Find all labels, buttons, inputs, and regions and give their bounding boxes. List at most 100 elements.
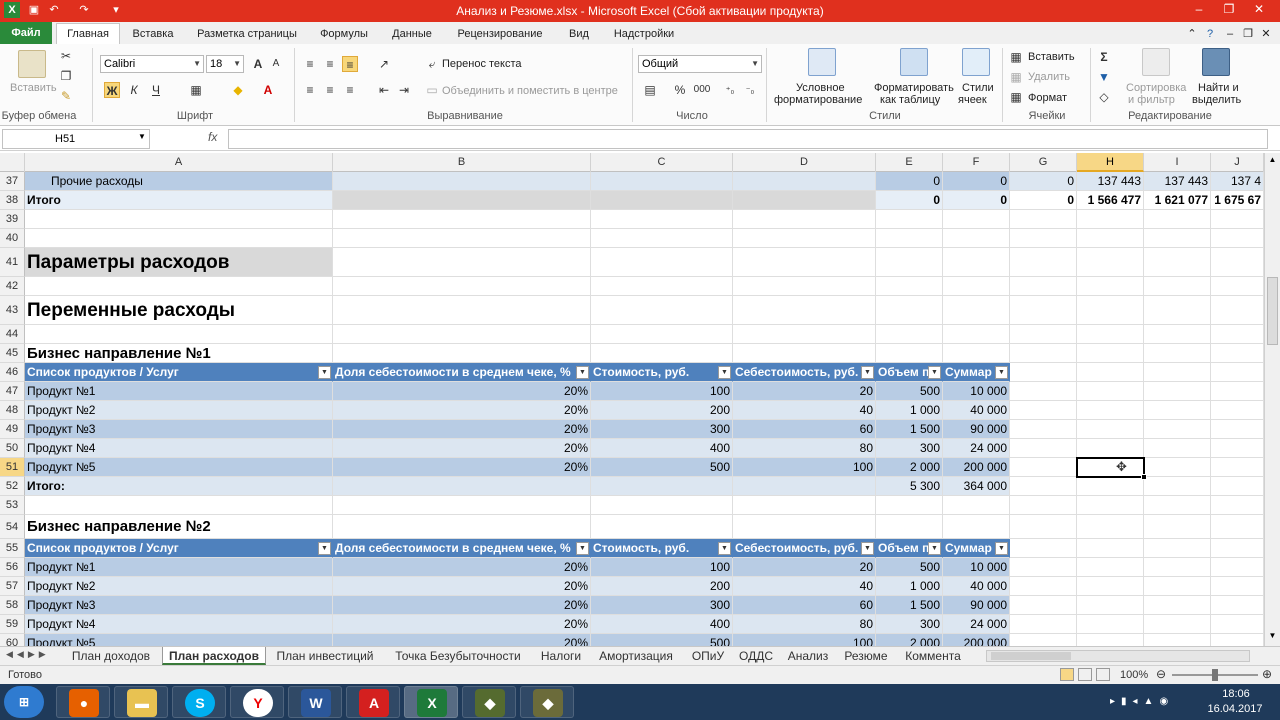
explorer-taskbar-button[interactable]: ▬ xyxy=(114,686,168,718)
cell-b50[interactable]: 20% xyxy=(333,439,591,458)
cell-g51[interactable] xyxy=(1010,458,1077,477)
filter-dropdown-icon[interactable]: ▼ xyxy=(861,366,874,379)
cell-j47[interactable] xyxy=(1211,382,1264,401)
cell-c55[interactable]: Стоимость, руб. ▼ xyxy=(591,539,733,558)
borders-icon[interactable]: ▦ xyxy=(188,82,204,98)
cell-h49[interactable] xyxy=(1077,420,1144,439)
column-header-h[interactable]: H xyxy=(1077,153,1144,172)
active-cell-selection[interactable]: ✥ xyxy=(1076,457,1147,480)
row-header[interactable]: 57 xyxy=(0,577,25,596)
orientation-icon[interactable]: ↗ xyxy=(376,56,392,72)
app2-taskbar-button[interactable]: ◆ xyxy=(520,686,574,718)
cell-e48[interactable]: 1 000 xyxy=(876,401,943,420)
cell-e44[interactable] xyxy=(876,325,943,344)
filter-dropdown-icon[interactable]: ▼ xyxy=(318,366,331,379)
cell-c48[interactable]: 200 xyxy=(591,401,733,420)
cell-h43[interactable] xyxy=(1077,296,1144,325)
cell-b41[interactable] xyxy=(333,248,591,277)
cell-a56[interactable]: Продукт №1 xyxy=(25,558,333,577)
column-header-i[interactable]: I xyxy=(1144,153,1211,172)
cell-j42[interactable] xyxy=(1211,277,1264,296)
find-select-label-2[interactable]: выделить xyxy=(1192,94,1241,106)
sheet-nav-icon[interactable]: ◀◀▶▶ xyxy=(6,649,50,660)
cell-h54[interactable] xyxy=(1077,515,1144,539)
cell-j41[interactable] xyxy=(1211,248,1264,277)
cell-h57[interactable] xyxy=(1077,577,1144,596)
doc-minimize-icon[interactable]: – xyxy=(1222,24,1238,44)
cell-a52[interactable]: Итого: xyxy=(25,477,333,496)
cell-j52[interactable] xyxy=(1211,477,1264,496)
cell-g49[interactable] xyxy=(1010,420,1077,439)
cell-i37[interactable]: 137 443 xyxy=(1144,172,1211,191)
font-name-select[interactable]: Calibri ▼ xyxy=(100,55,204,73)
autosum-icon[interactable]: Σ xyxy=(1096,49,1112,65)
format-cells-icon[interactable]: ▦ xyxy=(1008,89,1024,105)
copy-icon[interactable]: ❐ xyxy=(58,68,74,84)
cell-f44[interactable] xyxy=(943,325,1010,344)
cell-d57[interactable]: 40 xyxy=(733,577,876,596)
row-header[interactable]: 40 xyxy=(0,229,25,248)
cell-i45[interactable] xyxy=(1144,344,1211,363)
row-header[interactable]: 60 xyxy=(0,634,25,646)
tab-data[interactable]: Данные xyxy=(384,24,440,44)
filter-dropdown-icon[interactable]: ▼ xyxy=(861,542,874,555)
conditional-format-label-2[interactable]: форматирование xyxy=(774,94,862,106)
yandex-taskbar-button[interactable]: Y xyxy=(230,686,284,718)
cell-f60[interactable]: 200 000 xyxy=(943,634,1010,646)
cell-h39[interactable] xyxy=(1077,210,1144,229)
insert-function-button[interactable]: fx xyxy=(208,130,217,144)
cell-a40[interactable] xyxy=(25,229,333,248)
align-top-icon[interactable]: ≡ xyxy=(302,56,318,72)
cell-styles-label-2[interactable]: ячеек xyxy=(958,94,987,106)
cell-g40[interactable] xyxy=(1010,229,1077,248)
doc-restore-icon[interactable]: ❐ xyxy=(1240,24,1256,44)
font-color-icon[interactable]: A xyxy=(260,82,276,98)
cell-d45[interactable] xyxy=(733,344,876,363)
row-header[interactable]: 55 xyxy=(0,539,25,558)
cell-c60[interactable]: 500 xyxy=(591,634,733,646)
word-taskbar-button[interactable]: W xyxy=(288,686,342,718)
cell-j43[interactable] xyxy=(1211,296,1264,325)
align-left-icon[interactable]: ≡ xyxy=(302,82,318,98)
row-header[interactable]: 45 xyxy=(0,344,25,363)
cell-f47[interactable]: 10 000 xyxy=(943,382,1010,401)
cell-styles-label-1[interactable]: Стили xyxy=(962,82,994,94)
cell-j58[interactable] xyxy=(1211,596,1264,615)
cell-d44[interactable] xyxy=(733,325,876,344)
align-center-icon[interactable]: ≡ xyxy=(322,82,338,98)
italic-button[interactable]: К xyxy=(126,82,142,98)
sheet-tab[interactable]: ОДДС xyxy=(734,647,778,665)
sheet-tab-active[interactable]: План расходов xyxy=(162,647,266,665)
cell-a46[interactable]: Список продуктов / Услуг ▼ xyxy=(25,363,333,382)
cell-f51[interactable]: 200 000 xyxy=(943,458,1010,477)
cell-h40[interactable] xyxy=(1077,229,1144,248)
cell-f57[interactable]: 40 000 xyxy=(943,577,1010,596)
delete-cells-icon[interactable]: ▦ xyxy=(1008,69,1024,85)
zoom-out-icon[interactable]: ⊖ xyxy=(1156,667,1166,681)
column-header-a[interactable]: A xyxy=(25,153,333,172)
fill-color-icon[interactable]: ◆ xyxy=(230,82,246,98)
cell-i44[interactable] xyxy=(1144,325,1211,344)
cell-h47[interactable] xyxy=(1077,382,1144,401)
cell-j44[interactable] xyxy=(1211,325,1264,344)
cell-j53[interactable] xyxy=(1211,496,1264,515)
row-header[interactable]: 48 xyxy=(0,401,25,420)
cell-e55[interactable]: Объем п ▼ xyxy=(876,539,943,558)
cell-d39[interactable] xyxy=(733,210,876,229)
merge-icon[interactable]: ▭ xyxy=(424,82,440,98)
cell-f41[interactable] xyxy=(943,248,1010,277)
row-header[interactable]: 41 xyxy=(0,248,25,277)
cell-g47[interactable] xyxy=(1010,382,1077,401)
cell-i60[interactable] xyxy=(1144,634,1211,646)
cell-b48[interactable]: 20% xyxy=(333,401,591,420)
font-size-select[interactable]: 18 ▼ xyxy=(206,55,244,73)
cell-g37[interactable]: 0 xyxy=(1010,172,1077,191)
cell-a42[interactable] xyxy=(25,277,333,296)
tab-page-layout[interactable]: Разметка страницы xyxy=(190,24,304,44)
wrap-text-icon[interactable]: ⤶ xyxy=(424,56,440,72)
select-all-corner[interactable] xyxy=(0,153,25,172)
page-break-view-icon[interactable] xyxy=(1096,668,1110,681)
cell-h46[interactable] xyxy=(1077,363,1144,382)
vertical-scroll-thumb[interactable] xyxy=(1267,277,1278,345)
cell-e38[interactable]: 0 xyxy=(876,191,943,210)
